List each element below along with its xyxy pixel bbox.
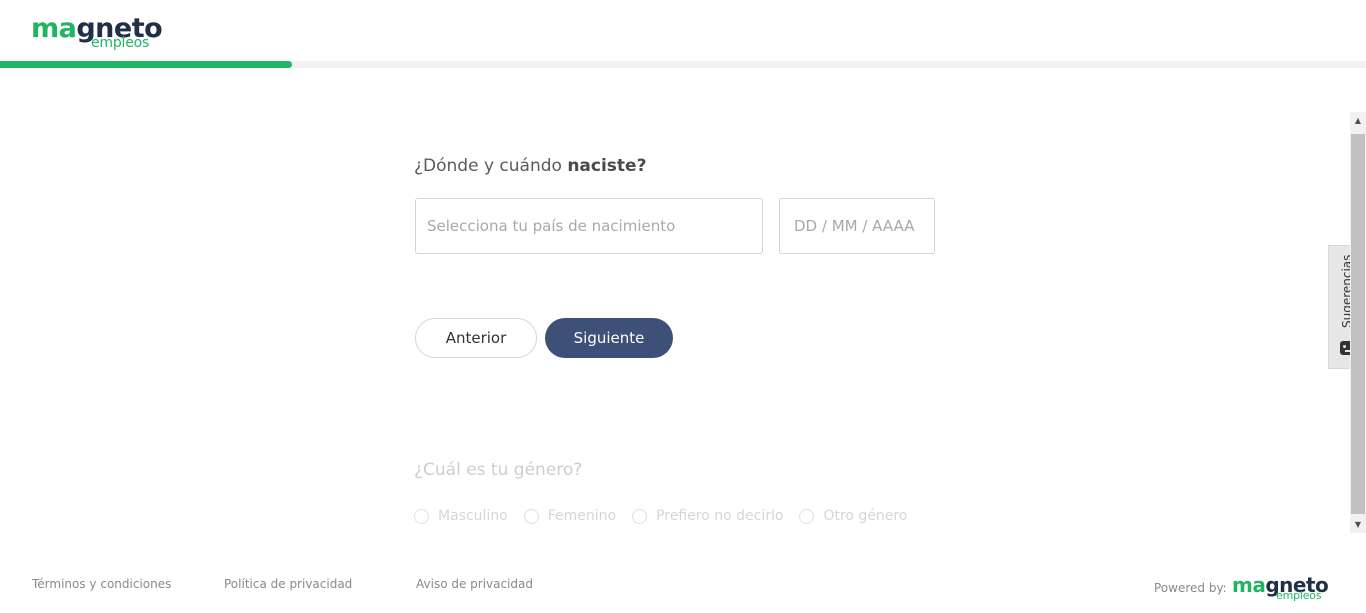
radio-icon[interactable] — [523, 508, 539, 524]
next-button[interactable]: Siguiente — [545, 318, 673, 358]
progress-bar — [0, 61, 1366, 68]
gender-option-no-decir[interactable]: Prefiero no decirlo — [632, 508, 783, 524]
birth-question-title: ¿Dónde y cuándo naciste? — [414, 156, 647, 176]
terms-link[interactable]: Términos y condiciones — [32, 577, 171, 591]
radio-icon[interactable] — [632, 508, 648, 524]
scroll-thumb[interactable] — [1351, 134, 1365, 514]
logo-subtitle: empleos — [1276, 589, 1322, 602]
radio-icon[interactable] — [799, 508, 815, 524]
radio-icon[interactable] — [414, 508, 429, 524]
gender-option-masculino[interactable]: Masculino — [414, 508, 508, 524]
gender-options: Masculino Femenino Prefiero no decirlo O… — [414, 508, 923, 524]
privacy-notice-link[interactable]: Aviso de privacidad — [416, 577, 533, 591]
scroll-down-arrow-icon[interactable]: ▼ — [1350, 516, 1366, 533]
gender-option-otro[interactable]: Otro género — [799, 508, 907, 524]
birth-date-field[interactable] — [779, 198, 935, 254]
privacy-policy-link[interactable]: Política de privacidad — [224, 577, 352, 591]
gender-option-femenino[interactable]: Femenino — [523, 508, 616, 524]
gender-question-title: ¿Cuál es tu género? — [414, 460, 583, 480]
scroll-up-arrow-icon[interactable]: ▲ — [1350, 112, 1366, 129]
scrollbar[interactable]: ▲ ▼ — [1350, 112, 1366, 533]
birth-country-select[interactable] — [415, 198, 763, 254]
previous-button[interactable]: Anterior — [415, 318, 537, 358]
footer-magneto-logo: magneto empleos — [1232, 575, 1329, 602]
powered-by-label: Powered by: — [1154, 581, 1227, 595]
progress-bar-fill — [0, 61, 293, 68]
magneto-logo[interactable]: magneto empleos — [31, 15, 163, 50]
